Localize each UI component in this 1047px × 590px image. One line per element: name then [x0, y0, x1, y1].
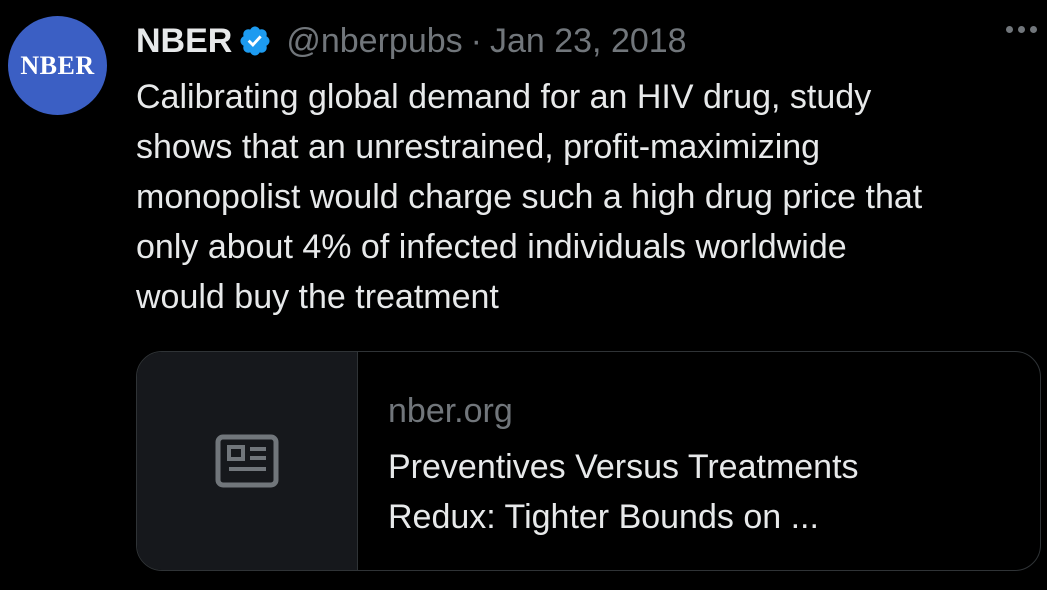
card-title-line: Preventives Versus Treatments — [388, 448, 859, 486]
tweet-header: NBER @nberpubs · Jan 23, 2018 — [136, 18, 687, 64]
more-options-icon[interactable] — [1006, 26, 1037, 33]
tweet-text: Calibrating global demand for an HIV dru… — [136, 72, 1041, 322]
tweet-text-line: shows that an unrestrained, profit-maxim… — [136, 128, 821, 166]
tweet-text-line: monopolist would charge such a high drug… — [136, 178, 923, 216]
article-icon — [215, 434, 279, 488]
author-handle[interactable]: @nberpubs — [286, 22, 462, 61]
card-domain: nber.org — [388, 392, 513, 430]
card-title-line: Redux: Tighter Bounds on ... — [388, 498, 819, 536]
card-title: Preventives Versus Treatments Redux: Tig… — [388, 442, 859, 542]
tweet-text-line: would buy the treatment — [136, 278, 499, 316]
verified-badge-icon[interactable] — [238, 24, 272, 58]
link-preview-card[interactable]: nber.org Preventives Versus Treatments R… — [136, 351, 1041, 571]
tweet-text-line: only about 4% of infected individuals wo… — [136, 228, 847, 266]
card-thumbnail — [137, 352, 358, 570]
header-separator: · — [470, 21, 482, 60]
avatar[interactable]: NBER — [8, 16, 107, 115]
more-dot — [1018, 26, 1025, 33]
more-dot — [1030, 26, 1037, 33]
tweet-text-line: Calibrating global demand for an HIV dru… — [136, 78, 872, 116]
avatar-logo-text: NBER — [20, 50, 95, 80]
tweet-date[interactable]: Jan 23, 2018 — [490, 22, 687, 61]
author-name[interactable]: NBER — [136, 22, 232, 61]
more-dot — [1006, 26, 1013, 33]
card-body: nber.org Preventives Versus Treatments R… — [358, 352, 859, 570]
tweet[interactable]: NBER NBER @nberpubs · Jan 23, 2018 Calib… — [0, 0, 1047, 590]
